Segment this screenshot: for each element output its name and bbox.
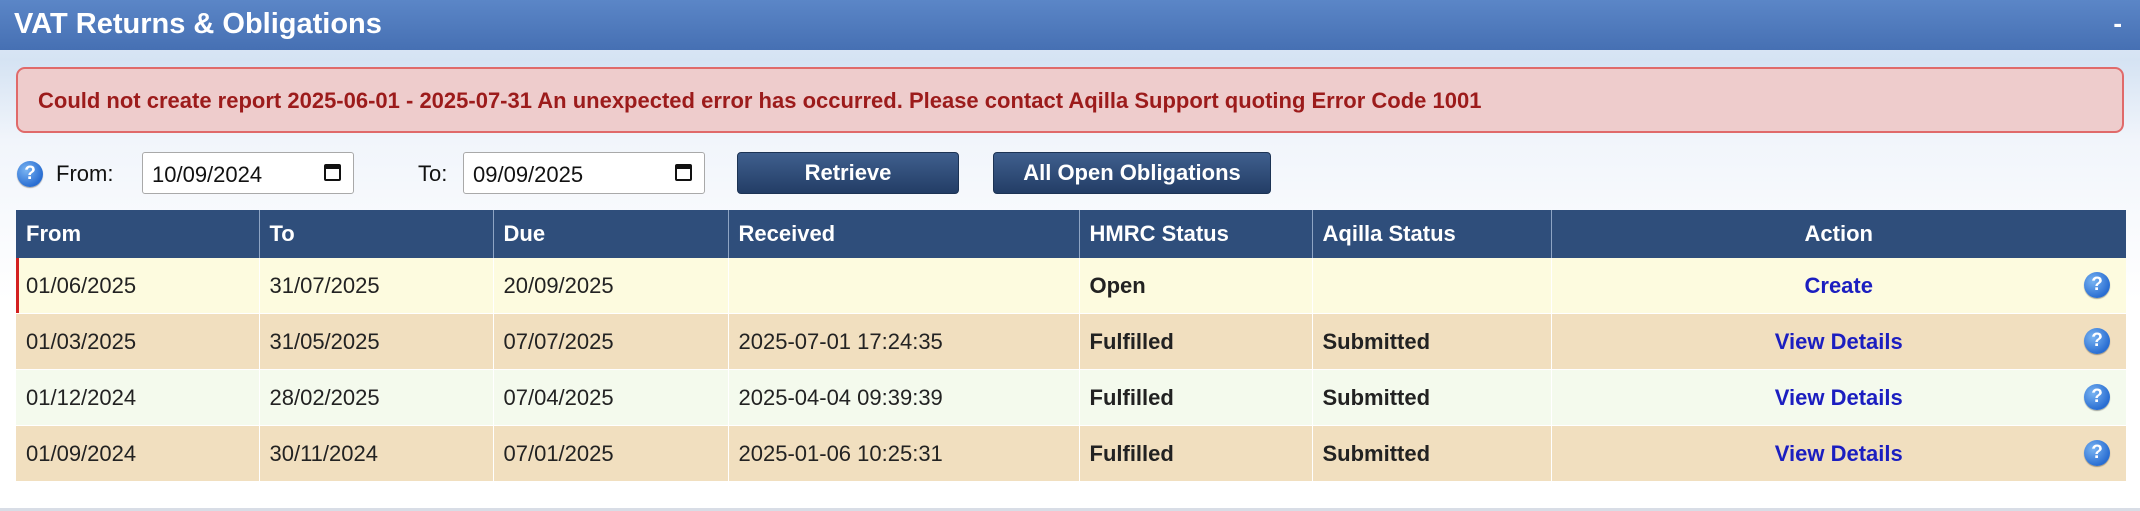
cell-from: 01/03/2025 — [16, 313, 260, 370]
cell-received: 2025-01-06 10:25:31 — [728, 425, 1080, 482]
obligations-table: From To Due Received HMRC Status Aqilla … — [16, 210, 2126, 482]
cell-received: 2025-07-01 17:24:35 — [728, 313, 1080, 370]
cell-received: 2025-04-04 09:39:39 — [728, 369, 1080, 426]
panel-title: VAT Returns & Obligations — [14, 8, 382, 40]
column-header-received[interactable]: Received — [728, 210, 1080, 258]
to-label: To: — [418, 161, 448, 186]
cell-from: 01/06/2025 — [16, 258, 260, 314]
help-icon[interactable]: ? — [2084, 440, 2110, 466]
cell-due: 07/01/2025 — [493, 425, 729, 482]
retrieve-button[interactable]: Retrieve — [737, 152, 959, 194]
help-icon[interactable]: ? — [2084, 272, 2110, 298]
panel-title-bar: VAT Returns & Obligations - — [0, 0, 2140, 50]
cell-aqilla-status: Submitted — [1312, 425, 1552, 482]
cell-hmrc-status: Fulfilled — [1079, 369, 1313, 426]
from-date-value: 10/09/2024 — [152, 162, 263, 187]
column-header-from[interactable]: From — [16, 210, 260, 258]
all-open-obligations-button[interactable]: All Open Obligations — [993, 152, 1271, 194]
column-header-aqilla-status[interactable]: Aqilla Status — [1312, 210, 1552, 258]
cell-due: 20/09/2025 — [493, 258, 729, 314]
column-header-to[interactable]: To — [259, 210, 494, 258]
cell-aqilla-status — [1312, 258, 1552, 314]
create-link[interactable]: Create — [1805, 273, 1873, 298]
cell-from: 01/09/2024 — [16, 425, 260, 482]
column-header-hmrc-status[interactable]: HMRC Status — [1079, 210, 1313, 258]
error-message-text: Could not create report 2025-06-01 - 202… — [38, 88, 1482, 113]
table-row[interactable]: 01/06/2025 31/07/2025 20/09/2025 Open Cr… — [16, 258, 2126, 314]
cell-action: View Details ? — [1551, 425, 2126, 482]
calendar-icon[interactable] — [324, 164, 341, 181]
table-row[interactable]: 01/03/2025 31/05/2025 07/07/2025 2025-07… — [16, 313, 2126, 370]
cell-hmrc-status: Fulfilled — [1079, 313, 1313, 370]
column-header-due[interactable]: Due — [493, 210, 729, 258]
cell-action: Create ? — [1551, 258, 2126, 314]
cell-to: 31/05/2025 — [259, 313, 494, 370]
help-icon[interactable]: ? — [2084, 384, 2110, 410]
help-icon[interactable]: ? — [2084, 328, 2110, 354]
to-date-value: 09/09/2025 — [473, 162, 584, 187]
cell-action: View Details ? — [1551, 369, 2126, 426]
cell-to: 30/11/2024 — [259, 425, 494, 482]
help-icon[interactable]: ? — [17, 161, 43, 187]
view-details-link[interactable]: View Details — [1775, 385, 1903, 410]
vat-returns-panel: VAT Returns & Obligations - Could not cr… — [0, 0, 2140, 511]
cell-due: 07/07/2025 — [493, 313, 729, 370]
collapse-button[interactable]: - — [2113, 8, 2122, 39]
from-label: From: — [56, 161, 114, 186]
table-header-row: From To Due Received HMRC Status Aqilla … — [16, 210, 2126, 258]
cell-due: 07/04/2025 — [493, 369, 729, 426]
cell-action: View Details ? — [1551, 313, 2126, 370]
view-details-link[interactable]: View Details — [1775, 441, 1903, 466]
cell-aqilla-status: Submitted — [1312, 313, 1552, 370]
cell-to: 31/07/2025 — [259, 258, 494, 314]
cell-from: 01/12/2024 — [16, 369, 260, 426]
view-details-link[interactable]: View Details — [1775, 329, 1903, 354]
table-row[interactable]: 01/12/2024 28/02/2025 07/04/2025 2025-04… — [16, 369, 2126, 426]
calendar-icon[interactable] — [675, 164, 692, 181]
cell-received — [728, 258, 1080, 314]
from-date-input[interactable]: 10/09/2024 — [142, 152, 354, 194]
error-message-box: Could not create report 2025-06-01 - 202… — [16, 67, 2124, 133]
cell-aqilla-status: Submitted — [1312, 369, 1552, 426]
table-row[interactable]: 01/09/2024 30/11/2024 07/01/2025 2025-01… — [16, 425, 2126, 482]
cell-hmrc-status: Fulfilled — [1079, 425, 1313, 482]
cell-to: 28/02/2025 — [259, 369, 494, 426]
date-filter-toolbar: ? From: 10/09/2024 To: 09/09/2025 Retrie… — [0, 150, 2140, 198]
to-date-input[interactable]: 09/09/2025 — [463, 152, 705, 194]
cell-hmrc-status: Open — [1079, 258, 1313, 314]
column-header-action: Action — [1551, 210, 2126, 258]
